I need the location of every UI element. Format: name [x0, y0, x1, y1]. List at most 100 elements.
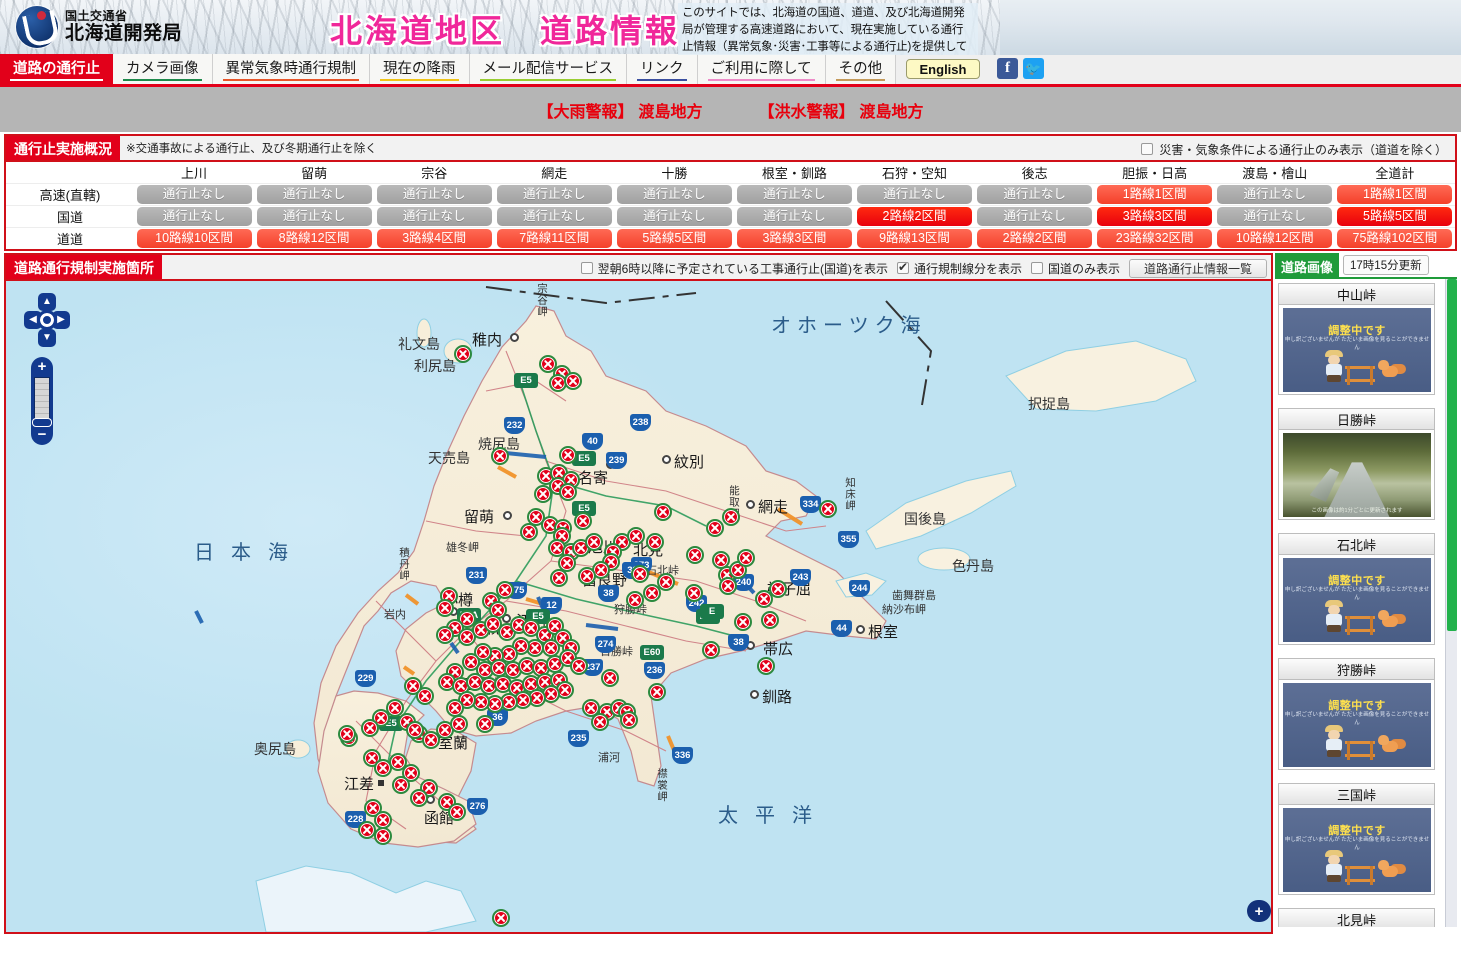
closure-marker[interactable]	[648, 683, 666, 701]
closure-marker[interactable]	[550, 569, 568, 587]
table-cell[interactable]: 通行止なし	[614, 205, 735, 228]
route-shield-276[interactable]: 276	[467, 798, 488, 815]
table-cell[interactable]: 10路線10区間	[134, 228, 254, 250]
route-shield-239[interactable]: 239	[606, 452, 627, 469]
table-cell[interactable]: 通行止なし	[494, 183, 615, 206]
closure-marker[interactable]	[492, 909, 510, 927]
tab-current-rainfall[interactable]: 現在の降雨	[370, 54, 470, 84]
camera-card-kitami-pass[interactable]: 北見峠 調整中です 申し訳ございませんが ただいま画像を見ることができません	[1278, 908, 1435, 927]
camera-name[interactable]: 狩勝峠	[1278, 658, 1435, 679]
table-cell[interactable]: 通行止なし	[734, 183, 855, 206]
table-cell[interactable]: 通行止なし	[1214, 183, 1335, 206]
tab-mail-service[interactable]: メール配信サービス	[469, 54, 627, 84]
camera-name[interactable]: 北見峠	[1278, 908, 1435, 927]
table-cell[interactable]: 8路線12区間	[254, 228, 374, 250]
closure-list-button[interactable]: 道路通行止情報一覧	[1128, 258, 1267, 278]
map-pan-control[interactable]: ▲ ◀ ▶ ▼	[24, 293, 70, 353]
table-cell[interactable]: 1路線1区間	[1094, 183, 1215, 206]
route-shield-231[interactable]: 231	[466, 567, 487, 584]
table-cell[interactable]: 通行止なし	[494, 205, 615, 228]
table-cell[interactable]: 2路線2区間	[975, 228, 1095, 250]
closure-marker[interactable]	[686, 546, 704, 564]
disaster-weather-checkbox[interactable]	[1141, 143, 1154, 155]
tab-camera-images[interactable]: カメラ画像	[113, 54, 213, 84]
camera-card-karikachi-pass[interactable]: 狩勝峠 調整中です 申し訳ございませんが ただいま画像を見ることができません	[1278, 658, 1435, 770]
option-show-regulation-lines[interactable]: 通行規制線分を表示	[896, 260, 1022, 277]
regulation-lines-checkbox[interactable]	[896, 260, 909, 274]
zoom-in-button[interactable]: +	[31, 357, 53, 377]
twitter-icon[interactable]: 🐦	[1023, 58, 1044, 79]
table-cell[interactable]: 5路線5区間	[1334, 205, 1455, 228]
closure-marker[interactable]	[559, 483, 577, 501]
expressway-shield-e60[interactable]: E60	[640, 645, 664, 660]
closure-marker[interactable]	[702, 641, 720, 659]
camera-list-scrollbar[interactable]	[1445, 279, 1457, 927]
closure-marker[interactable]	[374, 827, 392, 845]
closure-marker[interactable]	[761, 611, 779, 629]
route-shield-243[interactable]: 243	[790, 569, 811, 586]
closure-marker[interactable]	[520, 523, 538, 541]
closure-marker[interactable]	[646, 533, 664, 551]
table-cell[interactable]: 通行止なし	[374, 205, 495, 228]
english-language-button[interactable]: English	[906, 59, 980, 79]
table-cell[interactable]: 通行止なし	[734, 205, 855, 228]
option-national-roads-only[interactable]: 国道のみ表示	[1030, 260, 1120, 277]
camera-image[interactable]: 調整中です 申し訳ございませんが ただいま画像を見ることができません	[1278, 304, 1435, 395]
closure-marker[interactable]	[601, 669, 619, 687]
tab-terms-of-use[interactable]: ご利用に際して	[697, 54, 826, 84]
table-cell[interactable]: 通行止なし	[854, 183, 975, 206]
closure-marker[interactable]	[769, 580, 787, 598]
closure-marker[interactable]	[436, 626, 454, 644]
table-cell[interactable]: 通行止なし	[974, 183, 1095, 206]
closure-marker[interactable]	[627, 527, 645, 545]
tab-others[interactable]: その他	[825, 54, 897, 84]
closure-marker[interactable]	[643, 584, 661, 602]
table-cell[interactable]: 通行止なし	[374, 183, 495, 206]
closure-marker[interactable]	[542, 639, 560, 657]
table-cell[interactable]: 通行止なし	[614, 183, 735, 206]
route-shield-44[interactable]: 44	[831, 620, 852, 637]
closure-marker[interactable]	[338, 725, 356, 743]
expressway-shield-e5-north[interactable]: E5	[514, 373, 538, 388]
closure-marker[interactable]	[410, 789, 428, 807]
agency-logo[interactable]: 国土交通省 北海道開発局	[16, 6, 182, 48]
closure-marker[interactable]	[448, 803, 466, 821]
table-cell[interactable]: 通行止なし	[134, 205, 255, 228]
camera-name[interactable]: 三国峠	[1278, 783, 1435, 804]
table-cell[interactable]: 9路線13区間	[854, 228, 974, 250]
camera-image[interactable]: 調整中です 申し訳ございませんが ただいま画像を見ることができません	[1278, 804, 1435, 895]
table-cell[interactable]: 23路線32区間	[1095, 228, 1215, 250]
national-roads-checkbox[interactable]	[1030, 262, 1043, 274]
table-cell[interactable]: 通行止なし	[974, 205, 1095, 228]
route-shield-236[interactable]: 236	[644, 662, 665, 679]
table-cell[interactable]: 7路線11区間	[494, 228, 614, 250]
route-shield-40[interactable]: 40	[582, 433, 603, 450]
camera-list[interactable]: 中山峠 調整中です 申し訳ございませんが ただいま画像を見ることができません 日…	[1275, 277, 1457, 927]
table-cell[interactable]: 通行止なし	[134, 183, 255, 206]
alert-flood[interactable]: 【洪水警報】 渡島地方	[759, 98, 924, 122]
camera-name[interactable]: 中山峠	[1278, 283, 1435, 304]
camera-name[interactable]: 日勝峠	[1278, 408, 1435, 429]
closure-marker[interactable]	[392, 776, 410, 794]
route-shield-232[interactable]: 232	[504, 417, 525, 434]
table-cell[interactable]: 5路線5区間	[614, 228, 734, 250]
closure-marker[interactable]	[450, 715, 468, 733]
closure-marker[interactable]	[564, 372, 582, 390]
closure-marker[interactable]	[534, 485, 552, 503]
closure-marker[interactable]	[737, 549, 755, 567]
closure-marker[interactable]	[685, 584, 703, 602]
camera-image[interactable]: この画像は約1分ごとに更新されます	[1278, 429, 1435, 520]
camera-image[interactable]: 調整中です 申し訳ございませんが ただいま画像を見ることができません	[1278, 679, 1435, 770]
route-shield-235[interactable]: 235	[568, 730, 589, 747]
closure-marker[interactable]	[734, 613, 752, 631]
closure-marker[interactable]	[570, 657, 588, 675]
table-cell[interactable]: 2路線2区間	[854, 205, 975, 228]
table-cell[interactable]: 通行止なし	[254, 205, 375, 228]
table-cell[interactable]: 1路線1区間	[1334, 183, 1455, 206]
camera-card-nissho-pass[interactable]: 日勝峠 この画像は約1分ごとに更新されます	[1278, 408, 1435, 520]
closure-marker[interactable]	[491, 447, 509, 465]
table-cell[interactable]: 75路線102区間	[1335, 228, 1455, 250]
pan-center-icon[interactable]	[37, 310, 57, 330]
closure-marker[interactable]	[404, 677, 422, 695]
camera-card-nakayama-pass[interactable]: 中山峠 調整中です 申し訳ございませんが ただいま画像を見ることができません	[1278, 283, 1435, 395]
